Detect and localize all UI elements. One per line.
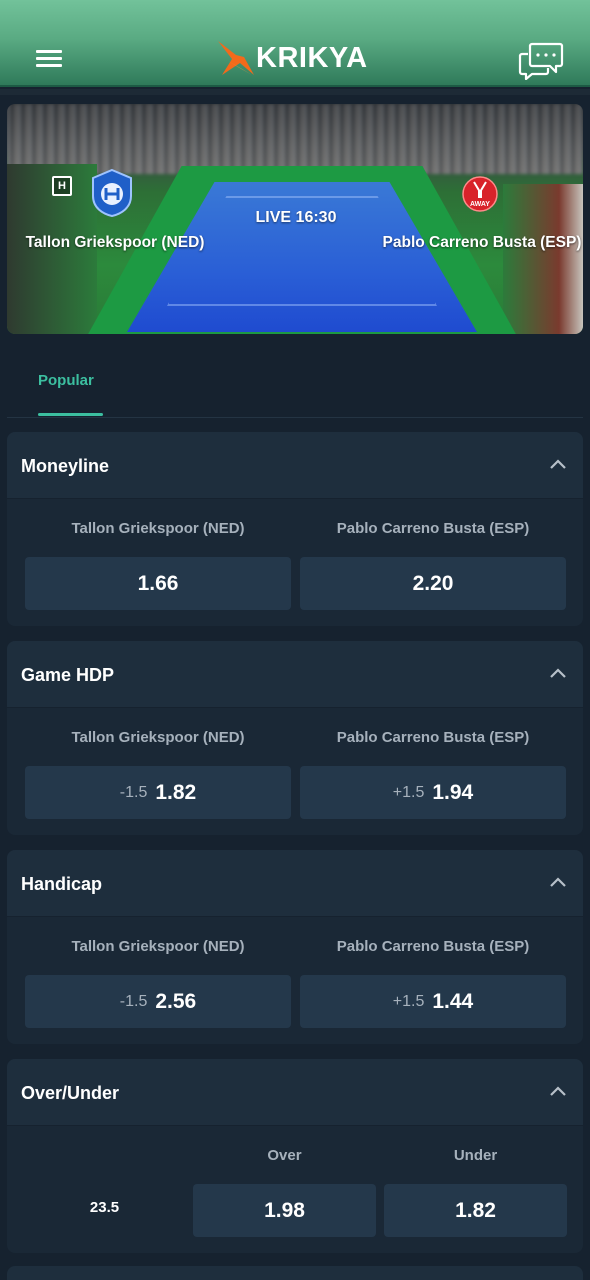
handicap-line: -1.5 bbox=[119, 992, 148, 1010]
market-header[interactable]: Moneyline bbox=[7, 432, 583, 499]
next-market-card-peek bbox=[7, 1266, 583, 1280]
market-header[interactable]: Over/Under bbox=[7, 1059, 583, 1126]
home-team-name: Tallon Griekspoor (NED) bbox=[25, 234, 205, 251]
chevron-up-icon[interactable] bbox=[549, 1085, 567, 1097]
odds-button-away[interactable]: 2.20 bbox=[300, 557, 566, 610]
handicap-line: +1.5 bbox=[392, 992, 425, 1010]
live-match-clock: LIVE 16:30 bbox=[255, 209, 337, 226]
hamburger-menu-icon[interactable] bbox=[36, 50, 64, 70]
total-line-value: 23.5 bbox=[89, 1199, 120, 1216]
odds-button-home[interactable]: -1.5 1.82 bbox=[25, 766, 291, 819]
home-outcome-label: Tallon Griekspoor (NED) bbox=[71, 729, 245, 746]
away-team-crest-icon: AWAY bbox=[462, 176, 498, 212]
brand-name: KRIKYA bbox=[256, 41, 368, 74]
header-divider bbox=[0, 89, 590, 95]
market-header[interactable]: Game HDP bbox=[7, 641, 583, 708]
odds-button-home[interactable]: -1.5 2.56 bbox=[25, 975, 291, 1028]
krikya-flame-icon bbox=[218, 41, 254, 75]
market-tabs: Popular bbox=[7, 340, 583, 418]
odds-button-under[interactable]: 1.82 bbox=[384, 1184, 567, 1237]
market-header[interactable]: Handicap bbox=[7, 850, 583, 917]
tab-popular[interactable]: Popular bbox=[38, 372, 94, 389]
chat-bubbles-icon[interactable] bbox=[518, 40, 564, 80]
over-column-label: Over bbox=[267, 1147, 302, 1164]
odds-button-over[interactable]: 1.98 bbox=[193, 1184, 376, 1237]
handicap-line: -1.5 bbox=[119, 783, 148, 801]
active-tab-indicator bbox=[38, 413, 103, 416]
odds-value: 1.66 bbox=[137, 571, 179, 595]
odds-value: 2.56 bbox=[155, 989, 197, 1013]
odds-value: 1.44 bbox=[432, 989, 474, 1013]
market-handicap: Handicap Tallon Griekspoor (NED) Pablo C… bbox=[7, 850, 583, 1044]
home-outcome-label: Tallon Griekspoor (NED) bbox=[71, 938, 245, 955]
away-outcome-label: Pablo Carreno Busta (ESP) bbox=[336, 520, 530, 537]
chevron-up-icon[interactable] bbox=[549, 667, 567, 679]
odds-value: 1.94 bbox=[432, 780, 474, 804]
market-moneyline: Moneyline Tallon Griekspoor (NED) Pablo … bbox=[7, 432, 583, 626]
home-outcome-label: Tallon Griekspoor (NED) bbox=[71, 520, 245, 537]
away-outcome-label: Pablo Carreno Busta (ESP) bbox=[336, 938, 530, 955]
market-title: Handicap bbox=[21, 874, 103, 894]
odds-value: 2.20 bbox=[412, 571, 454, 595]
under-column-label: Under bbox=[453, 1147, 498, 1164]
home-indicator-badge: H bbox=[52, 176, 72, 196]
chevron-up-icon[interactable] bbox=[549, 876, 567, 888]
market-game-hdp: Game HDP Tallon Griekspoor (NED) Pablo C… bbox=[7, 641, 583, 835]
away-team-name: Pablo Carreno Busta (ESP) bbox=[382, 234, 582, 251]
top-header: KRIKYA bbox=[0, 0, 590, 87]
home-team-crest-icon bbox=[92, 168, 132, 218]
odds-button-away[interactable]: +1.5 1.94 bbox=[300, 766, 566, 819]
odds-value: 1.98 bbox=[264, 1198, 305, 1222]
odds-value: 1.82 bbox=[155, 780, 197, 804]
market-over-under: Over/Under Over Under 23.5 1.98 1.82 bbox=[7, 1059, 583, 1253]
away-logo-text: AWAY bbox=[470, 201, 490, 208]
odds-button-home[interactable]: 1.66 bbox=[25, 557, 291, 610]
odds-value: 1.82 bbox=[455, 1198, 496, 1222]
handicap-line: +1.5 bbox=[392, 783, 425, 801]
market-title: Moneyline bbox=[21, 456, 110, 476]
odds-button-away[interactable]: +1.5 1.44 bbox=[300, 975, 566, 1028]
away-outcome-label: Pablo Carreno Busta (ESP) bbox=[336, 729, 530, 746]
court-side-right bbox=[503, 184, 583, 334]
chevron-up-icon[interactable] bbox=[549, 458, 567, 470]
match-banner: H AWAY Tallon Griekspoor (NED) LIVE 16:3… bbox=[7, 104, 583, 334]
market-title: Over/Under bbox=[21, 1083, 120, 1103]
market-title: Game HDP bbox=[21, 665, 115, 685]
brand-logo[interactable]: KRIKYA bbox=[214, 38, 368, 78]
